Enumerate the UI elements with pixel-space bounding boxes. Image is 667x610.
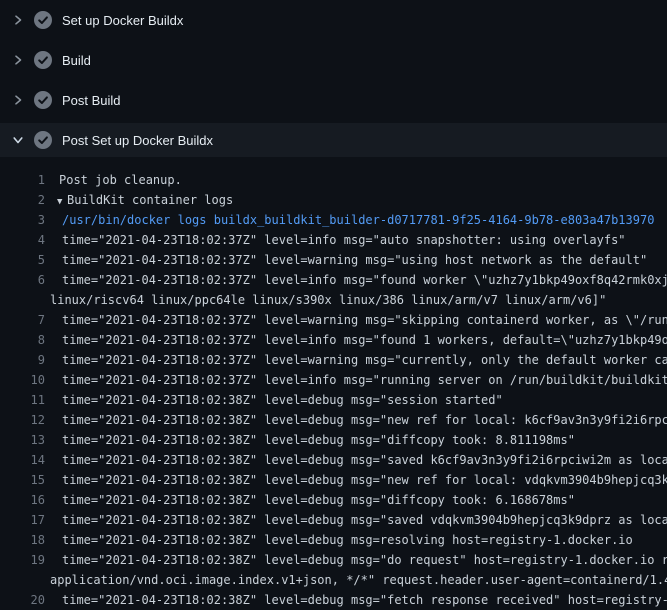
log-text: time="2021-04-23T18:02:38Z" level=debug … bbox=[62, 550, 667, 570]
log-text: application/vnd.oci.image.index.v1+json,… bbox=[50, 570, 667, 590]
check-circle-icon bbox=[34, 131, 52, 149]
line-number[interactable]: 20 bbox=[0, 590, 45, 610]
line-number[interactable]: 15 bbox=[0, 470, 45, 490]
line-number[interactable]: 14 bbox=[0, 450, 45, 470]
log-text: time="2021-04-23T18:02:38Z" level=debug … bbox=[62, 410, 667, 430]
line-number[interactable]: 4 bbox=[0, 230, 45, 250]
log-line: 19 time="2021-04-23T18:02:38Z" level=debu… bbox=[0, 550, 667, 570]
log-text: time="2021-04-23T18:02:37Z" level=info m… bbox=[62, 330, 667, 350]
log-text: time="2021-04-23T18:02:38Z" level=debug … bbox=[62, 510, 667, 530]
step-post-set-up-docker-buildx[interactable]: Post Set up Docker Buildx bbox=[0, 123, 667, 157]
line-number bbox=[0, 290, 45, 310]
step-set-up-docker-buildx[interactable]: Set up Docker Buildx bbox=[0, 0, 667, 40]
log-text: time="2021-04-23T18:02:37Z" level=warnin… bbox=[62, 350, 667, 370]
line-number[interactable]: 13 bbox=[0, 430, 45, 450]
line-number[interactable]: 19 bbox=[0, 550, 45, 570]
log-line: 16 time="2021-04-23T18:02:38Z" level=debu… bbox=[0, 490, 667, 510]
log-line: 7 time="2021-04-23T18:02:37Z" level=warni… bbox=[0, 310, 667, 330]
log-line: 20 time="2021-04-23T18:02:38Z" level=debu… bbox=[0, 590, 667, 610]
chevron-right-icon bbox=[12, 54, 24, 66]
chevron-right-icon bbox=[12, 94, 24, 106]
log-command-text: /usr/bin/docker logs buildx_buildkit_bui… bbox=[62, 210, 654, 230]
log-line-continuation: application/vnd.oci.image.index.v1+json,… bbox=[0, 570, 667, 590]
log-line: 17 time="2021-04-23T18:02:38Z" level=debu… bbox=[0, 510, 667, 530]
group-label[interactable]: BuildKit container logs bbox=[67, 193, 233, 207]
check-circle-icon bbox=[34, 11, 52, 29]
line-number[interactable]: 7 bbox=[0, 310, 45, 330]
step-label: Post Set up Docker Buildx bbox=[62, 133, 213, 148]
line-number[interactable]: 16 bbox=[0, 490, 45, 510]
log-text: time="2021-04-23T18:02:38Z" level=debug … bbox=[62, 530, 633, 550]
log-line: 11 time="2021-04-23T18:02:38Z" level=debu… bbox=[0, 390, 667, 410]
step-label: Build bbox=[62, 53, 91, 68]
chevron-right-icon bbox=[12, 14, 24, 26]
line-number[interactable]: 2 bbox=[0, 190, 45, 210]
log-line: 14 time="2021-04-23T18:02:38Z" level=debu… bbox=[0, 450, 667, 470]
log-line: 18 time="2021-04-23T18:02:38Z" level=debu… bbox=[0, 530, 667, 550]
log-text: time="2021-04-23T18:02:38Z" level=debug … bbox=[62, 490, 575, 510]
log-line-continuation: linux/riscv64 linux/ppc64le linux/s390x … bbox=[0, 290, 667, 310]
log-text: time="2021-04-23T18:02:38Z" level=debug … bbox=[62, 470, 667, 490]
log-line: 3/usr/bin/docker logs buildx_buildkit_bu… bbox=[0, 210, 667, 230]
line-number[interactable]: 10 bbox=[0, 370, 45, 390]
log-text: time="2021-04-23T18:02:38Z" level=debug … bbox=[62, 430, 575, 450]
chevron-down-icon bbox=[12, 134, 24, 146]
log-line: 5 time="2021-04-23T18:02:37Z" level=warni… bbox=[0, 250, 667, 270]
line-number[interactable]: 8 bbox=[0, 330, 45, 350]
line-number[interactable]: 12 bbox=[0, 410, 45, 430]
check-circle-icon bbox=[34, 91, 52, 109]
line-number[interactable]: 17 bbox=[0, 510, 45, 530]
log-line: 13 time="2021-04-23T18:02:38Z" level=debu… bbox=[0, 430, 667, 450]
log-text: time="2021-04-23T18:02:38Z" level=debug … bbox=[62, 590, 667, 610]
log-line: 8 time="2021-04-23T18:02:37Z" level=info … bbox=[0, 330, 667, 350]
group-toggle-icon[interactable]: ▼ bbox=[57, 192, 67, 210]
log-viewer: 1 Post job cleanup. 2 ▼BuildKit container l… bbox=[0, 157, 667, 610]
step-build[interactable]: Build bbox=[0, 40, 667, 80]
log-text: time="2021-04-23T18:02:38Z" level=debug … bbox=[62, 450, 667, 470]
log-text: time="2021-04-23T18:02:37Z" level=info m… bbox=[62, 370, 667, 390]
log-line: 10 time="2021-04-23T18:02:37Z" level=info… bbox=[0, 370, 667, 390]
log-text: time="2021-04-23T18:02:37Z" level=warnin… bbox=[62, 250, 647, 270]
line-number[interactable]: 5 bbox=[0, 250, 45, 270]
log-line: 12 time="2021-04-23T18:02:38Z" level=debu… bbox=[0, 410, 667, 430]
log-line: 4 time="2021-04-23T18:02:37Z" level=info … bbox=[0, 230, 667, 250]
line-number[interactable]: 18 bbox=[0, 530, 45, 550]
line-number[interactable]: 6 bbox=[0, 270, 45, 290]
log-line: 1 Post job cleanup. bbox=[0, 170, 667, 190]
line-number bbox=[0, 570, 45, 590]
log-text: time="2021-04-23T18:02:37Z" level=info m… bbox=[62, 230, 626, 250]
log-line: 2 ▼BuildKit container logs bbox=[0, 190, 667, 210]
step-label: Post Build bbox=[62, 93, 121, 108]
log-text: time="2021-04-23T18:02:38Z" level=debug … bbox=[62, 390, 503, 410]
log-text: time="2021-04-23T18:02:37Z" level=warnin… bbox=[62, 310, 667, 330]
log-text: linux/riscv64 linux/ppc64le linux/s390x … bbox=[50, 290, 606, 310]
line-number[interactable]: 3 bbox=[0, 210, 45, 230]
log-text: Post job cleanup. bbox=[59, 170, 182, 190]
log-line: 6 time="2021-04-23T18:02:37Z" level=info … bbox=[0, 270, 667, 290]
log-text: time="2021-04-23T18:02:37Z" level=info m… bbox=[62, 270, 667, 290]
log-line: 9 time="2021-04-23T18:02:37Z" level=warni… bbox=[0, 350, 667, 370]
steps-list: Set up Docker Buildx Build Post Build Post … bbox=[0, 0, 667, 157]
line-number[interactable]: 11 bbox=[0, 390, 45, 410]
check-circle-icon bbox=[34, 51, 52, 69]
log-line: 15 time="2021-04-23T18:02:38Z" level=debu… bbox=[0, 470, 667, 490]
step-label: Set up Docker Buildx bbox=[62, 13, 183, 28]
line-number[interactable]: 1 bbox=[0, 170, 45, 190]
line-number[interactable]: 9 bbox=[0, 350, 45, 370]
step-post-build[interactable]: Post Build bbox=[0, 80, 667, 120]
log-group-header: ▼BuildKit container logs bbox=[57, 190, 233, 210]
